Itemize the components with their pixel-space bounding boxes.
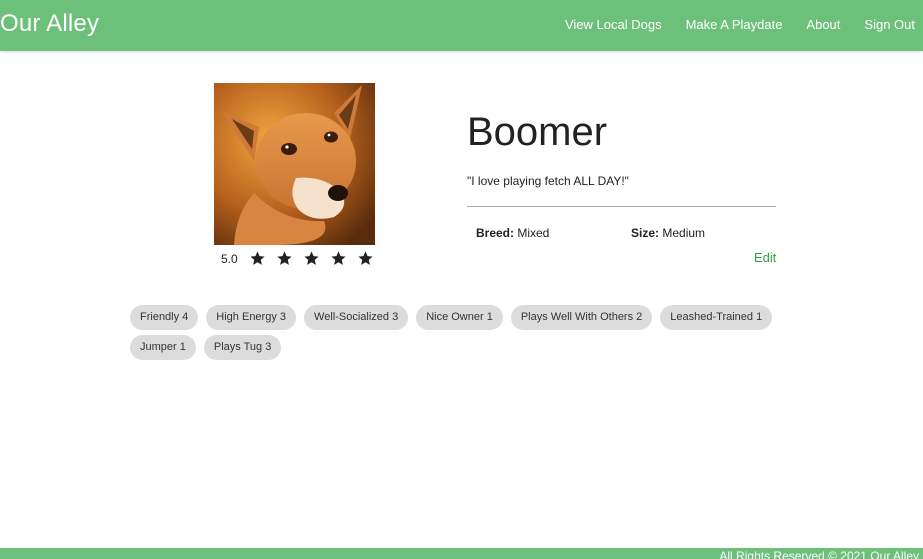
star-icon <box>277 251 292 265</box>
rating: 5.0 <box>221 250 384 267</box>
tag-row: Jumper 1 Plays Tug 3 <box>130 335 790 360</box>
star-icon <box>331 251 346 265</box>
size-value: Medium <box>659 226 706 240</box>
breed-value: Mixed <box>514 226 550 240</box>
size-detail: Size: Medium <box>631 226 705 240</box>
top-navbar: Our Alley View Local Dogs Make A Playdat… <box>0 0 923 51</box>
dog-quote: "I love playing fetch ALL DAY!" <box>467 174 629 188</box>
rating-value: 5.0 <box>221 251 238 266</box>
star-icon <box>358 251 373 265</box>
breed-label: Breed: <box>476 226 515 240</box>
edit-profile-link[interactable]: Edit <box>754 250 776 265</box>
star-icon <box>304 251 319 265</box>
dog-profile-photo <box>214 83 375 245</box>
dog-name-heading: Boomer <box>467 110 608 154</box>
nav-link-make-a-playdate[interactable]: Make A Playdate <box>686 17 783 32</box>
tag-nice-owner[interactable]: Nice Owner 1 <box>416 305 503 330</box>
tag-plays-tug[interactable]: Plays Tug 3 <box>203 335 282 360</box>
nav-links: View Local Dogs Make A Playdate About Si… <box>541 17 915 32</box>
tag-well-socialized[interactable]: Well-Socialized 3 <box>304 305 409 330</box>
nav-link-view-local-dogs[interactable]: View Local Dogs <box>565 17 662 32</box>
tag-jumper[interactable]: Jumper 1 <box>130 335 196 360</box>
trait-tags: Friendly 4 High Energy 3 Well-Socialized… <box>130 305 790 365</box>
nav-link-sign-out[interactable]: Sign Out <box>864 17 915 32</box>
divider <box>467 206 776 207</box>
tag-high-energy[interactable]: High Energy 3 <box>206 305 297 330</box>
tag-row: Friendly 4 High Energy 3 Well-Socialized… <box>130 305 790 330</box>
size-label: Size: <box>631 226 660 240</box>
star-icon <box>250 251 265 265</box>
nav-link-about[interactable]: About <box>806 17 840 32</box>
brand-logo-link[interactable]: Our Alley <box>0 10 99 38</box>
tag-friendly[interactable]: Friendly 4 <box>130 305 199 330</box>
footer: All Rights Reserved © 2021 Our Alley <box>0 548 923 559</box>
tag-plays-well-with-others[interactable]: Plays Well With Others 2 <box>510 305 653 330</box>
breed-detail: Breed: Mixed <box>476 226 549 240</box>
footer-copyright: All Rights Reserved © 2021 Our Alley <box>719 549 919 559</box>
tag-leashed-trained[interactable]: Leashed-Trained 1 <box>660 305 773 330</box>
